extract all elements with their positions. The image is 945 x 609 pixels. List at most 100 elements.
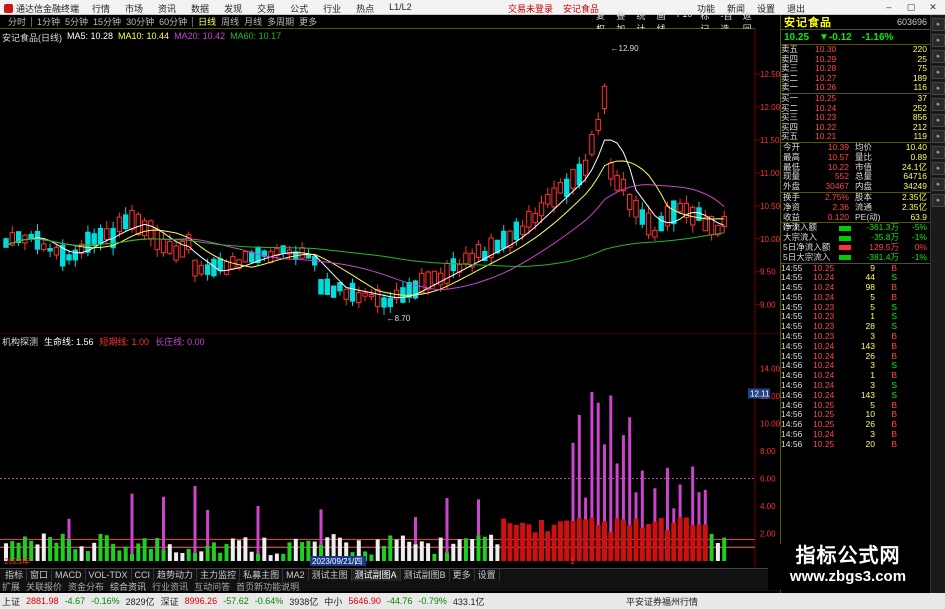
menu-item[interactable]: 行业 [323, 2, 341, 15]
menu-item[interactable]: 行情 [92, 2, 110, 15]
period-tab[interactable]: 多周期 [267, 15, 294, 28]
menu-item[interactable]: L1/L2 [389, 2, 412, 15]
info-link[interactable]: 互动问答 [194, 580, 230, 593]
bid-row[interactable]: 买三 10.23 856 [781, 113, 930, 123]
price-axis-tick: 12.50 [760, 70, 780, 79]
index-name[interactable]: 深证 [161, 595, 179, 608]
bid-row[interactable]: 买五 10.21 119 [781, 132, 930, 142]
period-tab[interactable]: 周线 [221, 15, 239, 28]
sidebar-button[interactable]: ▸ [932, 66, 945, 79]
ask-row[interactable]: 卖三 10.28 75 [781, 64, 930, 74]
indicator-bar-magenta [596, 402, 600, 526]
ask-row[interactable]: 卖五 10.30 220 [781, 44, 930, 55]
indicator-bar-red [639, 527, 645, 561]
period-tab[interactable]: 15分钟 [93, 15, 121, 28]
close-icon[interactable]: ✕ [924, 0, 942, 14]
settings-button[interactable]: 设置 [757, 2, 775, 15]
candlestick-chart[interactable]: 12.50 12.00 11.50 11.00 10.50 10.00 9.50 9.00 ←1… [0, 29, 780, 332]
tick-row: 14:56 10.25 26 B [781, 419, 930, 430]
info-link[interactable]: 首页新功能说明 [236, 580, 299, 593]
indicator-bar [130, 554, 134, 561]
tick-row: 14:55 10.24 143 B [781, 341, 930, 352]
book-volume: 119 [913, 131, 927, 142]
period-tab[interactable]: 1分钟 [37, 15, 60, 28]
indicator-tab[interactable]: 更多 [450, 569, 475, 581]
index-name[interactable]: 上证 [2, 595, 20, 608]
indicator-bar-magenta [67, 518, 71, 540]
sidebar-button[interactable]: ▸ [932, 82, 945, 95]
indicator-tab[interactable]: 测试主图 [309, 569, 352, 581]
tick-price: 10.25 [813, 438, 835, 449]
indicator-bar-red [690, 525, 696, 561]
candle-body [129, 210, 135, 230]
minimize-icon[interactable]: – [880, 0, 898, 14]
menu-item[interactable]: 发现 [224, 2, 242, 15]
tick-row: 14:56 10.24 143 S [781, 390, 930, 401]
sidebar-button[interactable]: ▸ [932, 194, 945, 207]
trade-login-link[interactable]: 交易未登录 [508, 2, 553, 15]
indicator-bar-magenta [691, 466, 695, 526]
sidebar-button[interactable]: ▸ [932, 178, 945, 191]
indicator-bar [92, 542, 97, 561]
menu-item[interactable]: 交易 [257, 2, 275, 15]
indicator-bar [715, 542, 720, 561]
ask-row[interactable]: 卖四 10.29 25 [781, 54, 930, 65]
broker-label: 平安证券福州行情 [626, 596, 699, 607]
price-change: ▼-0.12 [819, 31, 852, 43]
period-tab[interactable]: 5分钟 [65, 15, 88, 28]
indicator-chart[interactable]: 14.0012.0010.008.006.004.002.0012.112023… [0, 333, 780, 567]
sidebar-button[interactable]: ▸ [932, 162, 945, 175]
flow-pct: -1% [911, 251, 927, 262]
sidebar-button[interactable]: ▸ [932, 146, 945, 159]
sidebar-button[interactable]: ▸ [932, 50, 945, 63]
tick-row: 14:55 10.25 9 B [781, 263, 930, 274]
indicator-bar [438, 537, 443, 561]
menu-item[interactable]: 市场 [125, 2, 143, 15]
info-link[interactable]: 扩展 [2, 580, 20, 593]
indicator-tab[interactable]: 设置 [475, 569, 500, 581]
info-link[interactable]: 关联报价 [26, 580, 62, 593]
info-link[interactable]: 行业资讯 [152, 580, 188, 593]
indicator-tab-active[interactable]: 测试副图A [351, 569, 401, 581]
period-tab[interactable]: 更多 [299, 15, 317, 28]
tick-list[interactable]: 14:55 10.25 9 B 14:55 10.24 44 S 14:55 10.24 98 B 14… [781, 263, 930, 450]
info-link[interactable]: 资金分布 [68, 580, 104, 593]
candle-body [192, 259, 198, 277]
sidebar-button[interactable]: ▸ [932, 114, 945, 127]
indicator-tab[interactable]: 测试副图B [401, 569, 450, 581]
menu-item[interactable]: 资讯 [158, 2, 176, 15]
indicator-bar [426, 543, 431, 561]
candle-body [652, 229, 658, 238]
main-menu: 行情 市场 资讯 数据 发现 交易 公式 行业 热点 L1/L2 [92, 2, 412, 15]
info-link[interactable]: 综合资讯 [110, 580, 146, 593]
index-name[interactable]: 中小 [324, 595, 342, 608]
sidebar-button[interactable]: ▸ [932, 18, 945, 31]
ask-row[interactable]: 卖一 10.26 116 [781, 83, 930, 93]
menu-item[interactable]: 数据 [191, 2, 209, 15]
price-line: 10.25 ▼-0.12 -1.16% [781, 30, 930, 45]
sidebar-button[interactable]: ▸ [932, 98, 945, 111]
maximize-icon[interactable]: ▢ [902, 0, 920, 14]
indicator-bar-magenta [609, 395, 613, 533]
period-tab[interactable]: 30分钟 [126, 15, 154, 28]
bid-row[interactable]: 买四 10.22 212 [781, 122, 930, 133]
period-tab[interactable]: 60分钟 [159, 15, 187, 28]
period-tab[interactable]: 月线 [244, 15, 262, 28]
menu-item[interactable]: 公式 [290, 2, 308, 15]
indicator-axis-tick: 4.00 [760, 502, 776, 511]
candle-body [47, 247, 53, 252]
ask-row[interactable]: 卖二 10.27 189 [781, 73, 930, 84]
indicator-bar-red [683, 517, 689, 561]
sidebar-button[interactable]: ▸ [932, 130, 945, 143]
bid-row[interactable]: 买一 10.25 37 [781, 93, 930, 104]
menu-item[interactable]: 热点 [356, 2, 374, 15]
period-tab-active[interactable]: 日线 [198, 15, 216, 28]
indicator-bar [117, 550, 122, 561]
indicator-bar-magenta [162, 496, 165, 550]
sidebar-button[interactable]: ▸ [932, 34, 945, 47]
indicator-bar-magenta [584, 497, 588, 520]
period-tab[interactable]: 分时 [8, 15, 26, 28]
tick-row: 14:55 10.23 28 S [781, 321, 930, 332]
indicator-bar [54, 542, 59, 561]
bid-row[interactable]: 买二 10.24 252 [781, 103, 930, 114]
